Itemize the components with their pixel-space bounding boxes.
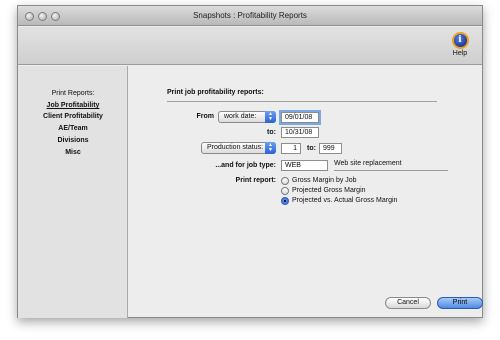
- profitability-reports-window: Snapshots : Profitability Reports i Help…: [17, 5, 483, 318]
- sidebar-item-client-profitability[interactable]: Client Profitability: [18, 113, 128, 120]
- job-type-field[interactable]: WEB: [281, 160, 328, 171]
- main-panel: Print job profitability reports: From wo…: [129, 66, 483, 317]
- option-label: Projected vs. Actual Gross Margin: [292, 197, 398, 204]
- cancel-button[interactable]: Cancel: [385, 297, 431, 309]
- sidebar-item-divisions[interactable]: Divisions: [18, 137, 128, 144]
- sidebar-item-ae-team[interactable]: AE/Team: [18, 125, 128, 132]
- status-to-field[interactable]: 999: [319, 143, 342, 154]
- radio-button[interactable]: [281, 177, 289, 185]
- help-label: Help: [452, 50, 468, 57]
- status-to-label: to:: [307, 145, 316, 152]
- select-arrows-icon: ▲ ▼: [265, 142, 276, 154]
- date-to-label: to:: [267, 129, 276, 136]
- sidebar-item-job-profitability[interactable]: Job Profitability: [18, 102, 128, 109]
- window-title: Snapshots : Profitability Reports: [193, 11, 307, 20]
- status-from-field[interactable]: 1: [281, 143, 301, 154]
- date-from-field[interactable]: 09/01/08: [279, 110, 321, 125]
- date-type-value: work date:: [224, 113, 257, 120]
- sidebar-item-misc[interactable]: Misc: [18, 149, 128, 156]
- from-label: From: [196, 113, 215, 120]
- option-label: Gross Margin by Job: [292, 177, 357, 184]
- print-report-label: Print report:: [235, 177, 276, 184]
- page-title: Print job profitability reports:: [167, 89, 264, 96]
- print-button[interactable]: Print: [437, 297, 483, 309]
- job-type-label: ...and for job type:: [215, 162, 276, 169]
- production-status-select[interactable]: Production status: ▲ ▼: [201, 142, 276, 154]
- help-button[interactable]: i Help: [448, 32, 472, 62]
- radio-button[interactable]: [281, 187, 289, 195]
- job-type-description: Web site replacement: [334, 160, 448, 171]
- select-arrows-icon: ▲ ▼: [265, 111, 276, 123]
- production-status-value: Production status:: [207, 144, 264, 151]
- info-icon: i: [451, 32, 469, 49]
- option-label: Projected Gross Margin: [292, 187, 366, 194]
- date-type-select[interactable]: work date: ▲ ▼: [218, 111, 276, 123]
- sidebar-heading: Print Reports:: [51, 90, 95, 97]
- sidebar: Print Reports: Job Profitability Client …: [18, 66, 128, 318]
- radio-button-selected[interactable]: [281, 197, 289, 205]
- date-to-field[interactable]: 10/31/08: [281, 127, 319, 138]
- title-bar: Snapshots : Profitability Reports: [18, 6, 482, 26]
- toolbar: i Help: [18, 27, 482, 65]
- divider: [167, 101, 437, 102]
